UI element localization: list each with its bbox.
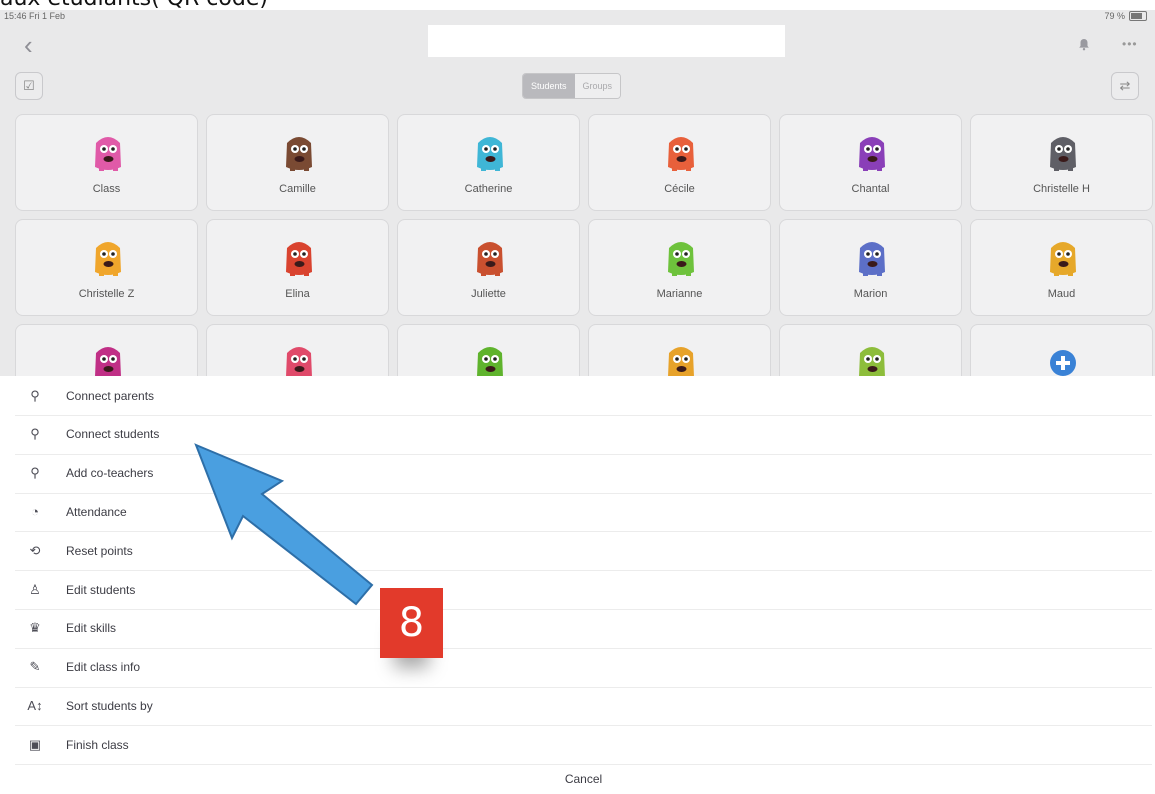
arrow-shape: [194, 443, 374, 606]
annotation-arrow: [194, 443, 374, 606]
caption-text: aux étudiants( QR code): [0, 0, 268, 11]
step-number-badge: 8: [380, 588, 443, 658]
